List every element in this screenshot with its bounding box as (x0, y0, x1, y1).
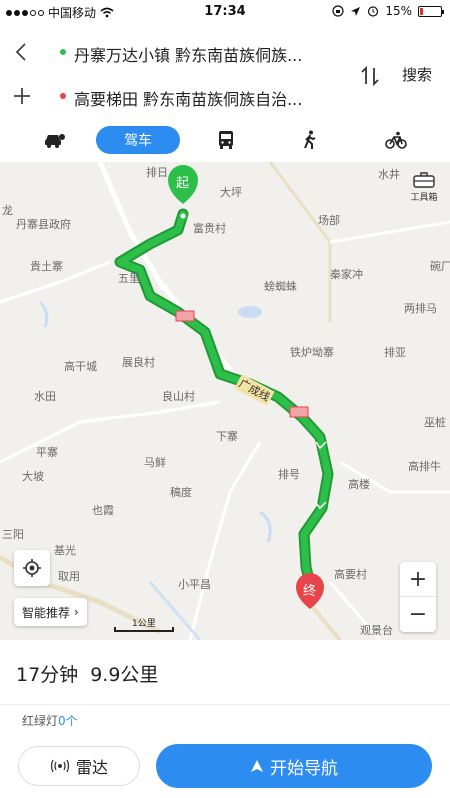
battery-icon (418, 5, 444, 17)
place-label: 高排牛 (408, 460, 441, 473)
start-navigation-label: 开始导航 (270, 758, 338, 779)
place-label: 排号 (278, 468, 300, 481)
place-label: 丹寨县政府 (16, 218, 71, 231)
place-label: 螃蜘蛛 (264, 280, 297, 293)
destination-text[interactable]: 高要梯田 黔东南苗族侗族自治... (74, 86, 344, 110)
locate-button[interactable] (14, 550, 50, 586)
map-scale: 1公里 (114, 619, 174, 632)
toolbox-button[interactable]: 工具箱 (406, 172, 442, 212)
zoom-in-button[interactable]: + (400, 562, 436, 597)
place-label: 秦家冲 (330, 268, 363, 281)
place-label: 大坡 (22, 470, 44, 483)
place-label: 三阳 (2, 528, 24, 541)
navigation-arrow-icon (251, 760, 263, 772)
smart-recommend-button[interactable]: 智能推荐 › (14, 598, 87, 626)
route-header: 丹寨万达小镇 黔东南苗族侗族... 高要梯田 黔东南苗族侗族自治... 搜索 (0, 28, 450, 120)
place-label: 五里 (118, 272, 140, 285)
place-label: 水井 (378, 168, 400, 181)
place-label: 观景台 (360, 624, 393, 637)
place-label: 平寨 (36, 446, 58, 459)
origin-text[interactable]: 丹寨万达小镇 黔东南苗族侗族... (74, 42, 344, 66)
route-duration: 17分钟 (16, 664, 79, 686)
place-label: 高干城 (64, 360, 97, 373)
scale-bar (114, 627, 174, 632)
toolbox-label: 工具箱 (410, 193, 438, 203)
origin-row[interactable]: 丹寨万达小镇 黔东南苗族侗族... (0, 32, 360, 72)
back-icon[interactable] (10, 40, 34, 64)
place-label: 水田 (34, 390, 56, 403)
place-label: 展良村 (122, 356, 155, 369)
place-label: 基光 (54, 544, 76, 557)
car-taxi-icon (45, 134, 65, 148)
divider (0, 704, 450, 705)
place-label: 场部 (318, 214, 340, 227)
battery-percent: 15% (385, 4, 412, 18)
place-label: 富贵村 (193, 222, 226, 235)
mode-drive[interactable]: 驾车 (96, 126, 180, 154)
end-pin-label: 终 (303, 584, 317, 599)
radar-icon (50, 759, 70, 773)
destination-row[interactable]: 高要梯田 黔东南苗族侗族自治... (0, 76, 360, 116)
start-navigation-button[interactable]: 开始导航 (156, 744, 432, 788)
place-label: 排亚 (384, 346, 406, 359)
place-label: 两排马 (404, 302, 437, 315)
location-arrow-icon (351, 6, 361, 16)
alarm-icon (368, 6, 379, 17)
place-label: 貴土寨 (30, 260, 63, 273)
smart-recommend-label: 智能推荐 (22, 605, 71, 620)
zoom-out-button[interactable]: − (400, 597, 436, 632)
place-label: 龙 (2, 204, 13, 217)
traffic-lights-label: 红绿灯 (22, 714, 59, 728)
route-distance: 9.9公里 (90, 664, 159, 686)
mode-taxi[interactable] (36, 126, 72, 154)
mode-bike[interactable] (378, 126, 414, 154)
place-label: 稿度 (170, 486, 192, 499)
place-label: 巫桩 (424, 416, 446, 429)
place-label: 良山村 (162, 390, 195, 403)
place-label: 大坪 (220, 186, 242, 199)
start-pin-label: 起 (176, 176, 190, 191)
place-label: 铁炉坳寨 (290, 346, 334, 359)
bus-icon (219, 131, 233, 149)
place-label: 小平昌 (178, 578, 211, 591)
place-label: 取用 (58, 570, 80, 583)
destination-dot (60, 93, 66, 99)
place-label: 高要村 (334, 568, 367, 581)
status-bar: 中国移动 17:34 15% (0, 0, 450, 24)
walk-icon (304, 130, 316, 149)
traffic-lights-count: 0个 (58, 714, 78, 728)
place-label: 碗厂 (430, 260, 450, 273)
zoom-controls: + − (400, 562, 436, 632)
place-label: 下寨 (216, 430, 238, 443)
radar-label: 雷达 (75, 758, 108, 777)
add-waypoint-icon[interactable] (10, 84, 34, 108)
place-label: 排日 (146, 166, 168, 179)
mode-bus[interactable] (208, 126, 244, 154)
app-root: 中国移动 17:34 15% 丹寨万达小镇 黔东南苗族侗族... 高要梯田 黔东… (0, 0, 450, 798)
place-label: 马鲜 (144, 456, 166, 469)
radar-button[interactable]: 雷达 (18, 746, 140, 786)
route-summary-panel: 17分钟 9.9公里 红绿灯0个 雷达 开始导航 (0, 640, 450, 798)
transport-modes: 驾车 (0, 122, 450, 160)
mode-walk[interactable] (292, 126, 328, 154)
bike-icon (385, 131, 407, 149)
status-right: 15% (332, 4, 444, 18)
swap-icon[interactable] (358, 64, 382, 88)
search-button[interactable]: 搜索 (402, 64, 432, 85)
chevron-right-icon: › (74, 605, 79, 619)
place-label: 也霞 (92, 504, 114, 517)
locate-icon (23, 559, 41, 577)
toolbox-icon (413, 172, 435, 188)
route-summary: 17分钟 9.9公里 (16, 660, 158, 687)
origin-dot (60, 49, 66, 55)
traffic-lights-info: 红绿灯0个 (22, 712, 78, 729)
mode-drive-label: 驾车 (124, 133, 152, 149)
lock-rotation-icon (332, 5, 344, 17)
map-view[interactable]: 起 终 广成线 排日 大坪 丹寨县政府 水井 富贵村 场部 龙 貴土寨 五里 碗… (0, 162, 450, 640)
place-label: 高楼 (348, 478, 370, 491)
